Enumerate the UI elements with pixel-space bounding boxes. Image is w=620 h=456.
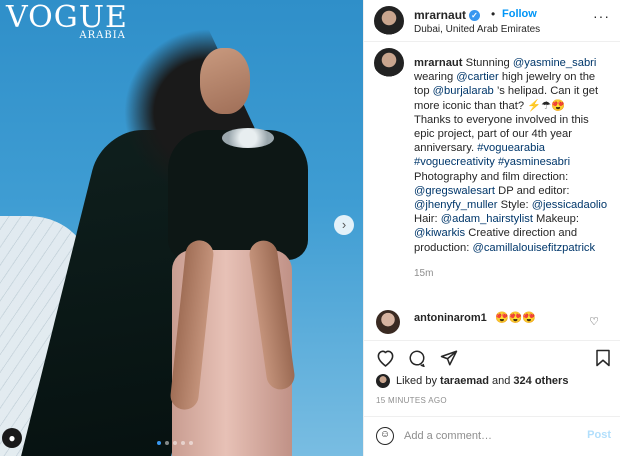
comment-like-icon[interactable]: ♡: [589, 315, 599, 328]
carousel-dot: [165, 441, 169, 445]
comment-text: 😍😍😍: [495, 312, 537, 324]
bookmark-icon[interactable]: [595, 349, 611, 370]
caption-link[interactable]: @jhenyfy_muller: [414, 199, 498, 211]
carousel-dot: [181, 441, 185, 445]
caption-time: 15m: [414, 267, 434, 279]
post-button[interactable]: Post: [587, 429, 611, 441]
next-image-button[interactable]: ›: [334, 215, 354, 235]
post-sidebar: mrarnaut ✓ • Follow Dubai, United Arab Em…: [363, 0, 620, 456]
caption-link[interactable]: @camillalouisefitzpatrick: [472, 242, 595, 254]
user-icon: ●: [8, 431, 16, 445]
caption-link[interactable]: #voguearabia: [477, 142, 545, 154]
caption-link[interactable]: #yasminesabri: [498, 156, 570, 168]
caption-link[interactable]: @burjalarab: [433, 85, 494, 97]
carousel-dot: [157, 441, 161, 445]
verified-icon: ✓: [469, 10, 481, 22]
caption-link[interactable]: @yasmine_sabri: [513, 57, 597, 69]
necklace-shape: [222, 128, 274, 148]
add-comment-bar: ☺ Post: [364, 416, 620, 456]
carousel-dots: [157, 441, 193, 445]
caption-link[interactable]: #voguecreativity: [414, 156, 495, 168]
share-icon[interactable]: [440, 349, 458, 370]
chevron-right-icon: ›: [341, 217, 347, 232]
liker-avatar: [376, 374, 390, 388]
caption-link[interactable]: @jessicadaolio: [532, 199, 607, 211]
caption-link[interactable]: @gregswalesart: [414, 185, 495, 197]
caption-username[interactable]: mrarnaut: [414, 57, 463, 69]
carousel-dot: [189, 441, 193, 445]
liker-username[interactable]: taraemad: [440, 375, 489, 387]
vogue-logo: VOGUE ARABIA: [6, 2, 128, 42]
comment-icon[interactable]: [408, 349, 426, 370]
likes-prefix: Liked by: [396, 374, 441, 387]
more-options-icon[interactable]: ···: [593, 8, 610, 24]
vogue-sub: ARABIA: [79, 30, 126, 41]
likes-others[interactable]: 324 others: [513, 375, 568, 387]
caption-segment: Photography and film direction:: [414, 170, 569, 183]
caption-avatar[interactable]: [374, 48, 404, 78]
comment-input[interactable]: [404, 427, 574, 445]
torso-shape: [168, 130, 308, 260]
post-timestamp[interactable]: 15 MINUTES AGO: [376, 396, 447, 405]
caption-text: mrarnaut Stunning @yasmine_sabri wearing…: [414, 56, 610, 255]
action-bar: [364, 340, 620, 376]
tagged-users-button[interactable]: ●: [2, 428, 22, 448]
comment-username[interactable]: antoninarom1: [414, 312, 487, 324]
caption-segment: Hair:: [414, 213, 441, 226]
heart-icon[interactable]: [376, 349, 395, 370]
caption-link[interactable]: @cartier: [456, 71, 498, 83]
follow-separator: •: [491, 7, 496, 21]
carousel-dot: [173, 441, 177, 445]
caption-segment: wearing: [414, 71, 457, 84]
likes-middle: and: [488, 374, 514, 387]
caption-segment: Stunning: [465, 57, 513, 69]
caption-segment: Style:: [497, 199, 532, 212]
follow-button[interactable]: Follow: [502, 8, 537, 20]
caption: mrarnaut Stunning @yasmine_sabri wearing…: [364, 42, 620, 300]
comment-avatar[interactable]: [376, 310, 400, 334]
head-shape: [200, 48, 250, 114]
avatar[interactable]: [374, 6, 404, 36]
comment-row: antoninarom1 😍😍😍 ♡: [364, 306, 620, 336]
caption-link[interactable]: @kiwarkis: [414, 227, 465, 239]
emoji-icon[interactable]: ☺: [376, 427, 394, 445]
caption-segment: DP and editor:: [495, 184, 570, 197]
post-header: mrarnaut ✓ • Follow Dubai, United Arab Em…: [364, 0, 620, 42]
post-image[interactable]: VOGUE ARABIA › ●: [0, 0, 363, 456]
header-username[interactable]: mrarnaut ✓: [414, 8, 481, 22]
caption-segment: Makeup:: [532, 213, 579, 226]
likes-summary: Liked by taraemad and 324 others: [376, 374, 616, 390]
caption-link[interactable]: @adam_hairstylist: [441, 213, 533, 225]
location-link[interactable]: Dubai, United Arab Emirates: [414, 24, 540, 35]
